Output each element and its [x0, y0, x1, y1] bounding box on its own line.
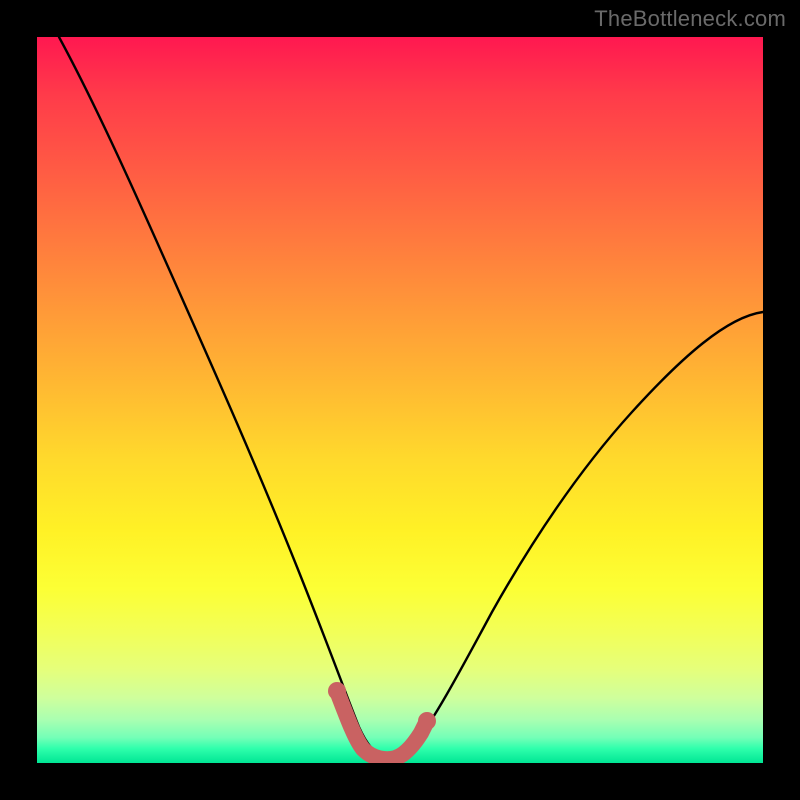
highlight-dot-right — [418, 712, 436, 730]
highlight-dot-left — [328, 682, 346, 700]
plot-area — [37, 37, 763, 763]
watermark-text: TheBottleneck.com — [594, 6, 786, 32]
bottleneck-curve — [59, 37, 763, 758]
chart-frame: TheBottleneck.com — [0, 0, 800, 800]
curve-layer — [37, 37, 763, 763]
highlight-trough — [337, 691, 427, 759]
